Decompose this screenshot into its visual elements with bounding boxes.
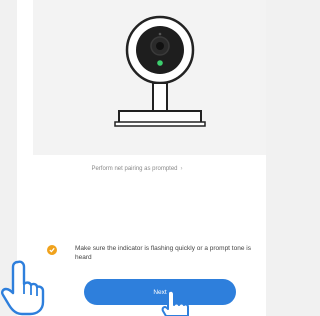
smart-camera-illustration	[114, 15, 206, 127]
pairing-hint-link[interactable]: Perform net pairing as prompted ›	[62, 166, 212, 172]
check-icon[interactable]	[47, 245, 57, 255]
pointing-hand-icon	[1, 260, 45, 316]
device-illustration-panel	[33, 0, 266, 155]
pairing-hint-text: Perform net pairing as prompted	[91, 166, 178, 172]
chevron-right-icon: ›	[180, 166, 183, 172]
indicator-confirm-label: Make sure the indicator is flashing quic…	[75, 245, 251, 261]
indicator-confirm-row: Make sure the indicator is flashing quic…	[47, 245, 257, 269]
pairing-screen: Perform net pairing as prompted › Make su…	[17, 0, 266, 316]
pointing-hand-icon	[161, 289, 189, 316]
